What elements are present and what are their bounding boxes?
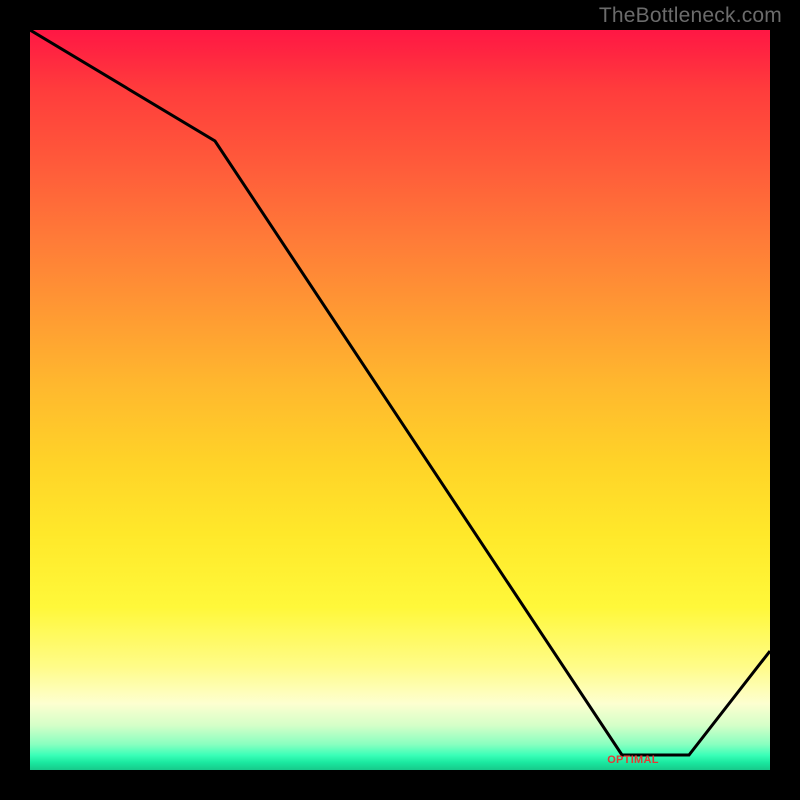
watermark-text: TheBottleneck.com	[599, 4, 782, 28]
optimal-annotation: OPTIMAL	[607, 754, 659, 766]
chart-line-layer	[30, 30, 770, 770]
data-line	[30, 30, 770, 755]
chart-area: OPTIMAL	[30, 30, 770, 770]
